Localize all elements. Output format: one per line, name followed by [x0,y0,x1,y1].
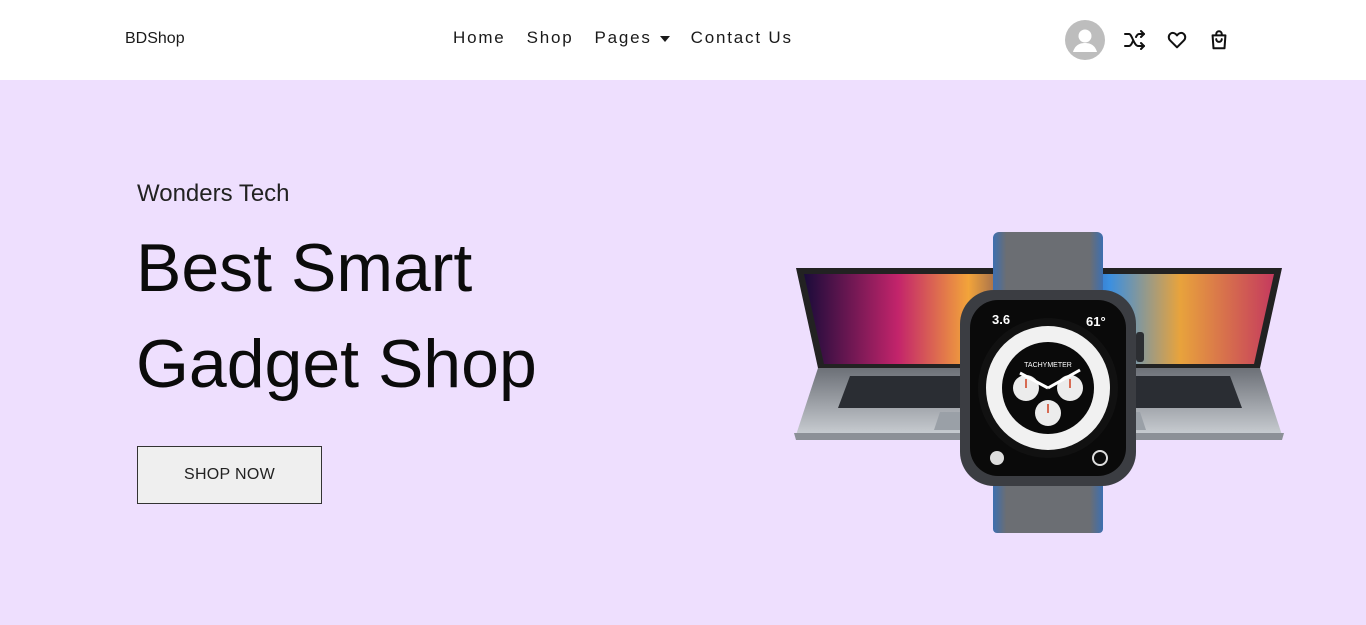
main-nav: Home Shop Pages Contact Us [453,28,814,48]
hero-title: Best Smart Gadget Shop [136,220,696,412]
hero-banner: Wonders Tech Best Smart Gadget Shop SHOP… [0,80,1366,625]
user-avatar-icon[interactable] [1065,20,1105,60]
nav-link-pages-label: Pages [594,28,652,47]
svg-text:61°: 61° [1086,314,1106,329]
nav-link-contact[interactable]: Contact Us [691,28,793,48]
shopping-bag-icon[interactable] [1207,28,1231,52]
nav-link-pages[interactable]: Pages [594,28,670,48]
nav-icons [1065,20,1249,60]
hero-title-line1: Best Smart [136,230,473,306]
hero-subtitle: Wonders Tech [137,180,290,207]
hero-title-line2: Gadget Shop [136,326,537,402]
brand-logo[interactable]: BDShop [125,30,185,48]
nav-link-home[interactable]: Home [453,28,506,48]
caret-down-icon [659,36,670,42]
svg-text:3.6: 3.6 [992,312,1010,327]
svg-text:TACHYMETER: TACHYMETER [1024,362,1072,369]
navbar: BDShop Home Shop Pages Contact Us [0,0,1366,80]
laptop-and-smartwatch-image: TACHYMETER 3.6 61° [790,230,1290,535]
shuffle-icon[interactable] [1123,28,1147,52]
shop-now-button[interactable]: SHOP NOW [137,446,322,504]
nav-link-shop[interactable]: Shop [527,28,574,48]
heart-icon[interactable] [1165,28,1189,52]
